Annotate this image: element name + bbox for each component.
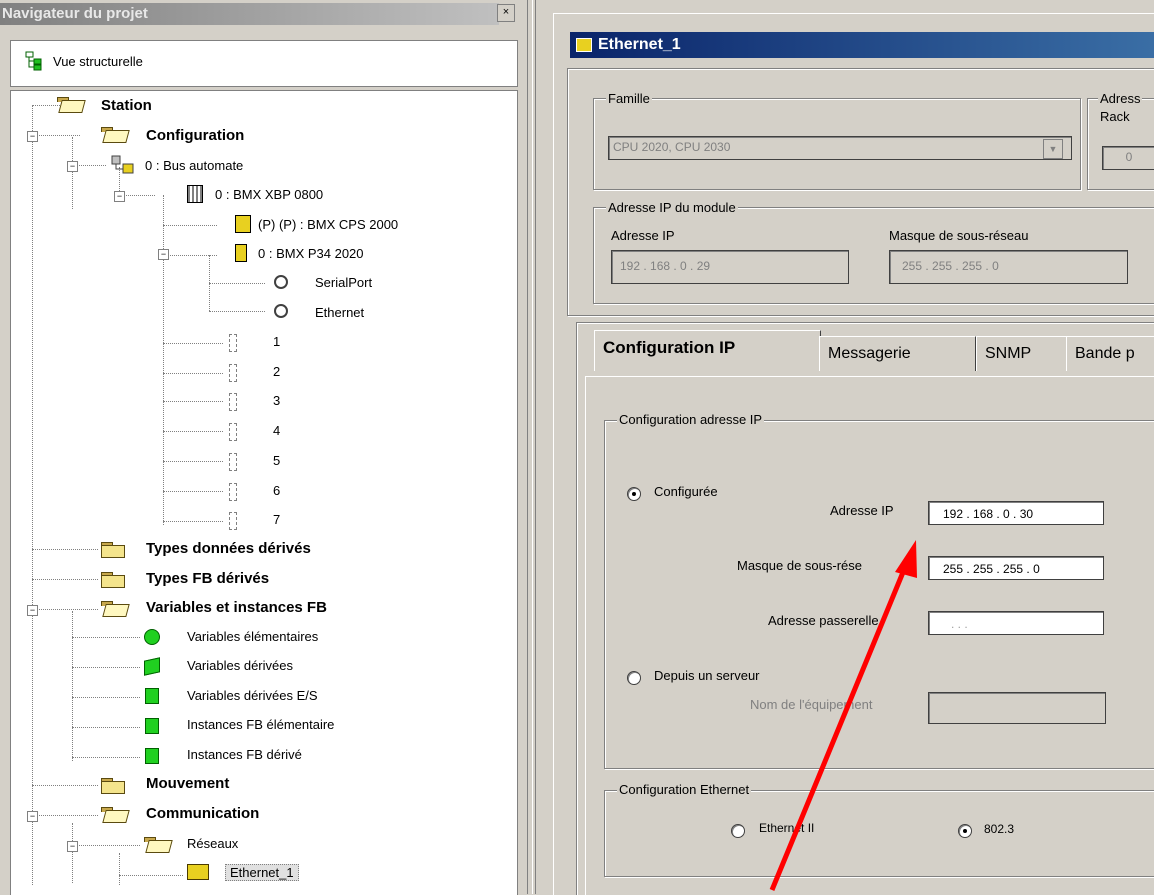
arrow-head <box>895 540 917 578</box>
annotation-arrow <box>769 540 917 891</box>
arrow-shaft <box>769 564 909 891</box>
